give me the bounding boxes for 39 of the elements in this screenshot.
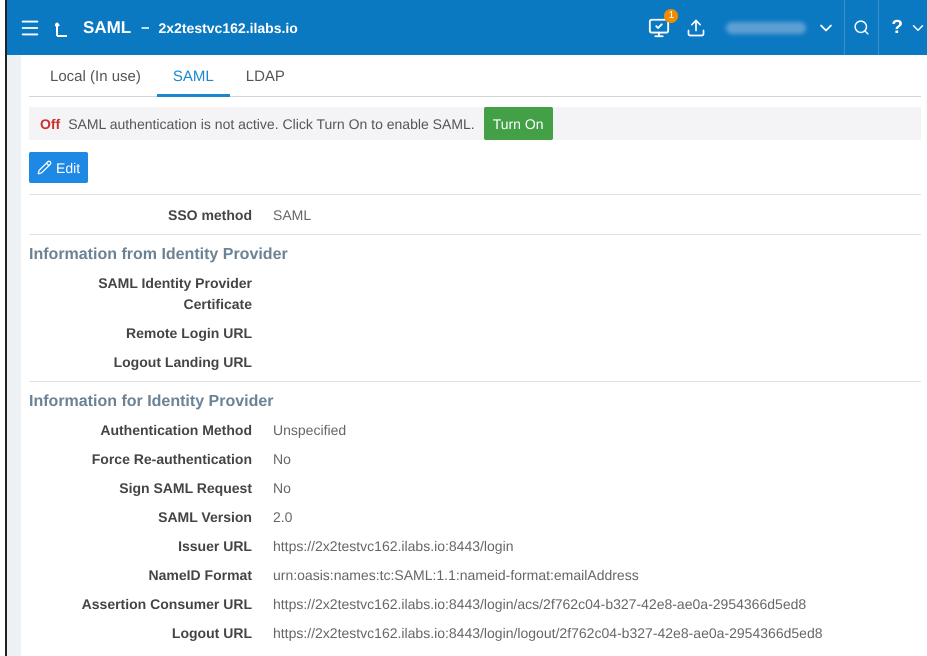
field-value: SAML xyxy=(273,206,312,225)
edit-button[interactable]: Edit xyxy=(29,152,88,183)
field-label: Force Re-authentication xyxy=(90,450,252,469)
tab[interactable]: Local (In use) xyxy=(34,62,157,97)
status-message: SAML authentication is not active. Click Turn On to enable SAML. xyxy=(68,116,475,132)
tab[interactable]: LDAP xyxy=(230,62,301,97)
search-icon[interactable] xyxy=(853,19,870,36)
field-label: Assertion Consumer URL xyxy=(80,595,252,614)
field-label: Logout URL xyxy=(170,624,252,643)
turn-on-button[interactable]: Turn On xyxy=(484,107,553,140)
field-label: SSO method xyxy=(166,206,252,225)
field-label: Authentication Method xyxy=(99,421,252,440)
pencil-icon xyxy=(37,160,52,175)
field-value: 2.0 xyxy=(273,508,294,527)
field-label: Remote Login URL xyxy=(125,324,252,343)
field-value: No xyxy=(273,479,292,498)
field-label: Sign SAML Request xyxy=(118,479,252,498)
title-separator: – xyxy=(141,19,150,36)
field-value: https://2x2testvc162.ilabs.io:8443/login/acs/2f762c04-b327-42e8-ae0a-2954366d5ed8 xyxy=(273,595,808,614)
section-heading: Information for Identity Provider xyxy=(29,392,274,412)
host-name: 2x2testvc162.ilabs.io xyxy=(158,20,298,36)
notification-badge: 1 xyxy=(664,8,678,22)
section-heading: Information from Identity Provider xyxy=(29,245,289,265)
field-value: https://2x2testvc162.ilabs.io:8443/login/logout/2f762c04-b327-42e8-ae0a-2954366d5ed8 xyxy=(273,624,824,643)
field-label: SAML Identity Provider Certificate xyxy=(97,274,252,314)
field-label: Issuer URL xyxy=(177,537,252,556)
tab[interactable]: SAML xyxy=(156,62,230,97)
field-value: Unspecified xyxy=(273,421,348,440)
help-button[interactable]: ? xyxy=(891,16,903,38)
field-value: https://2x2testvc162.ilabs.io:8443/login xyxy=(273,537,514,556)
status-label: Off xyxy=(40,116,60,132)
field-label: SAML Version xyxy=(157,508,252,527)
monitor-icon[interactable] xyxy=(648,16,670,38)
field-value: No xyxy=(273,450,292,469)
field-value: urn:oasis:names:tc:SAML:1.1:nameid-format:emailAddress xyxy=(273,566,640,585)
field-label: NameID Format xyxy=(148,566,252,585)
field-label: Logout Landing URL xyxy=(112,353,252,372)
page-title: SAML xyxy=(83,18,132,38)
upload-icon[interactable] xyxy=(686,18,706,38)
